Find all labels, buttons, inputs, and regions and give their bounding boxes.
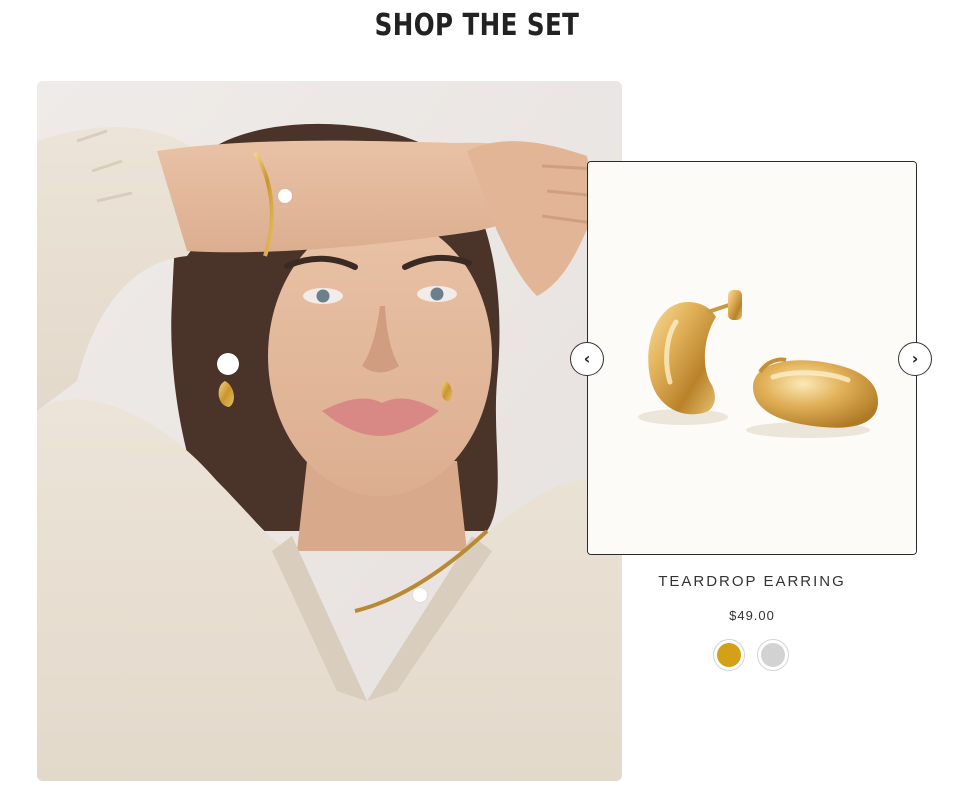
carousel-next-button[interactable]: › (898, 342, 932, 376)
product-name[interactable]: TEARDROP EARRING (587, 573, 917, 590)
hotspot-earring[interactable] (217, 353, 239, 375)
model-photo (37, 81, 622, 781)
section-title: SHOP THE SET (374, 8, 580, 43)
product-card[interactable] (587, 161, 917, 555)
color-swatches (713, 639, 789, 671)
swatch-silver-dot (761, 643, 785, 667)
swatch-gold[interactable] (713, 639, 745, 671)
lookbook-image (37, 81, 622, 781)
carousel-prev-button[interactable]: ‹ (570, 342, 604, 376)
product-price: $49.00 (729, 608, 775, 623)
swatch-silver[interactable] (757, 639, 789, 671)
swatch-gold-dot (717, 643, 741, 667)
hotspot-necklace[interactable] (413, 588, 427, 602)
chevron-right-icon: › (911, 349, 919, 368)
hotspot-bracelet[interactable] (278, 189, 292, 203)
chevron-left-icon: ‹ (583, 349, 591, 368)
product-image (588, 162, 916, 554)
